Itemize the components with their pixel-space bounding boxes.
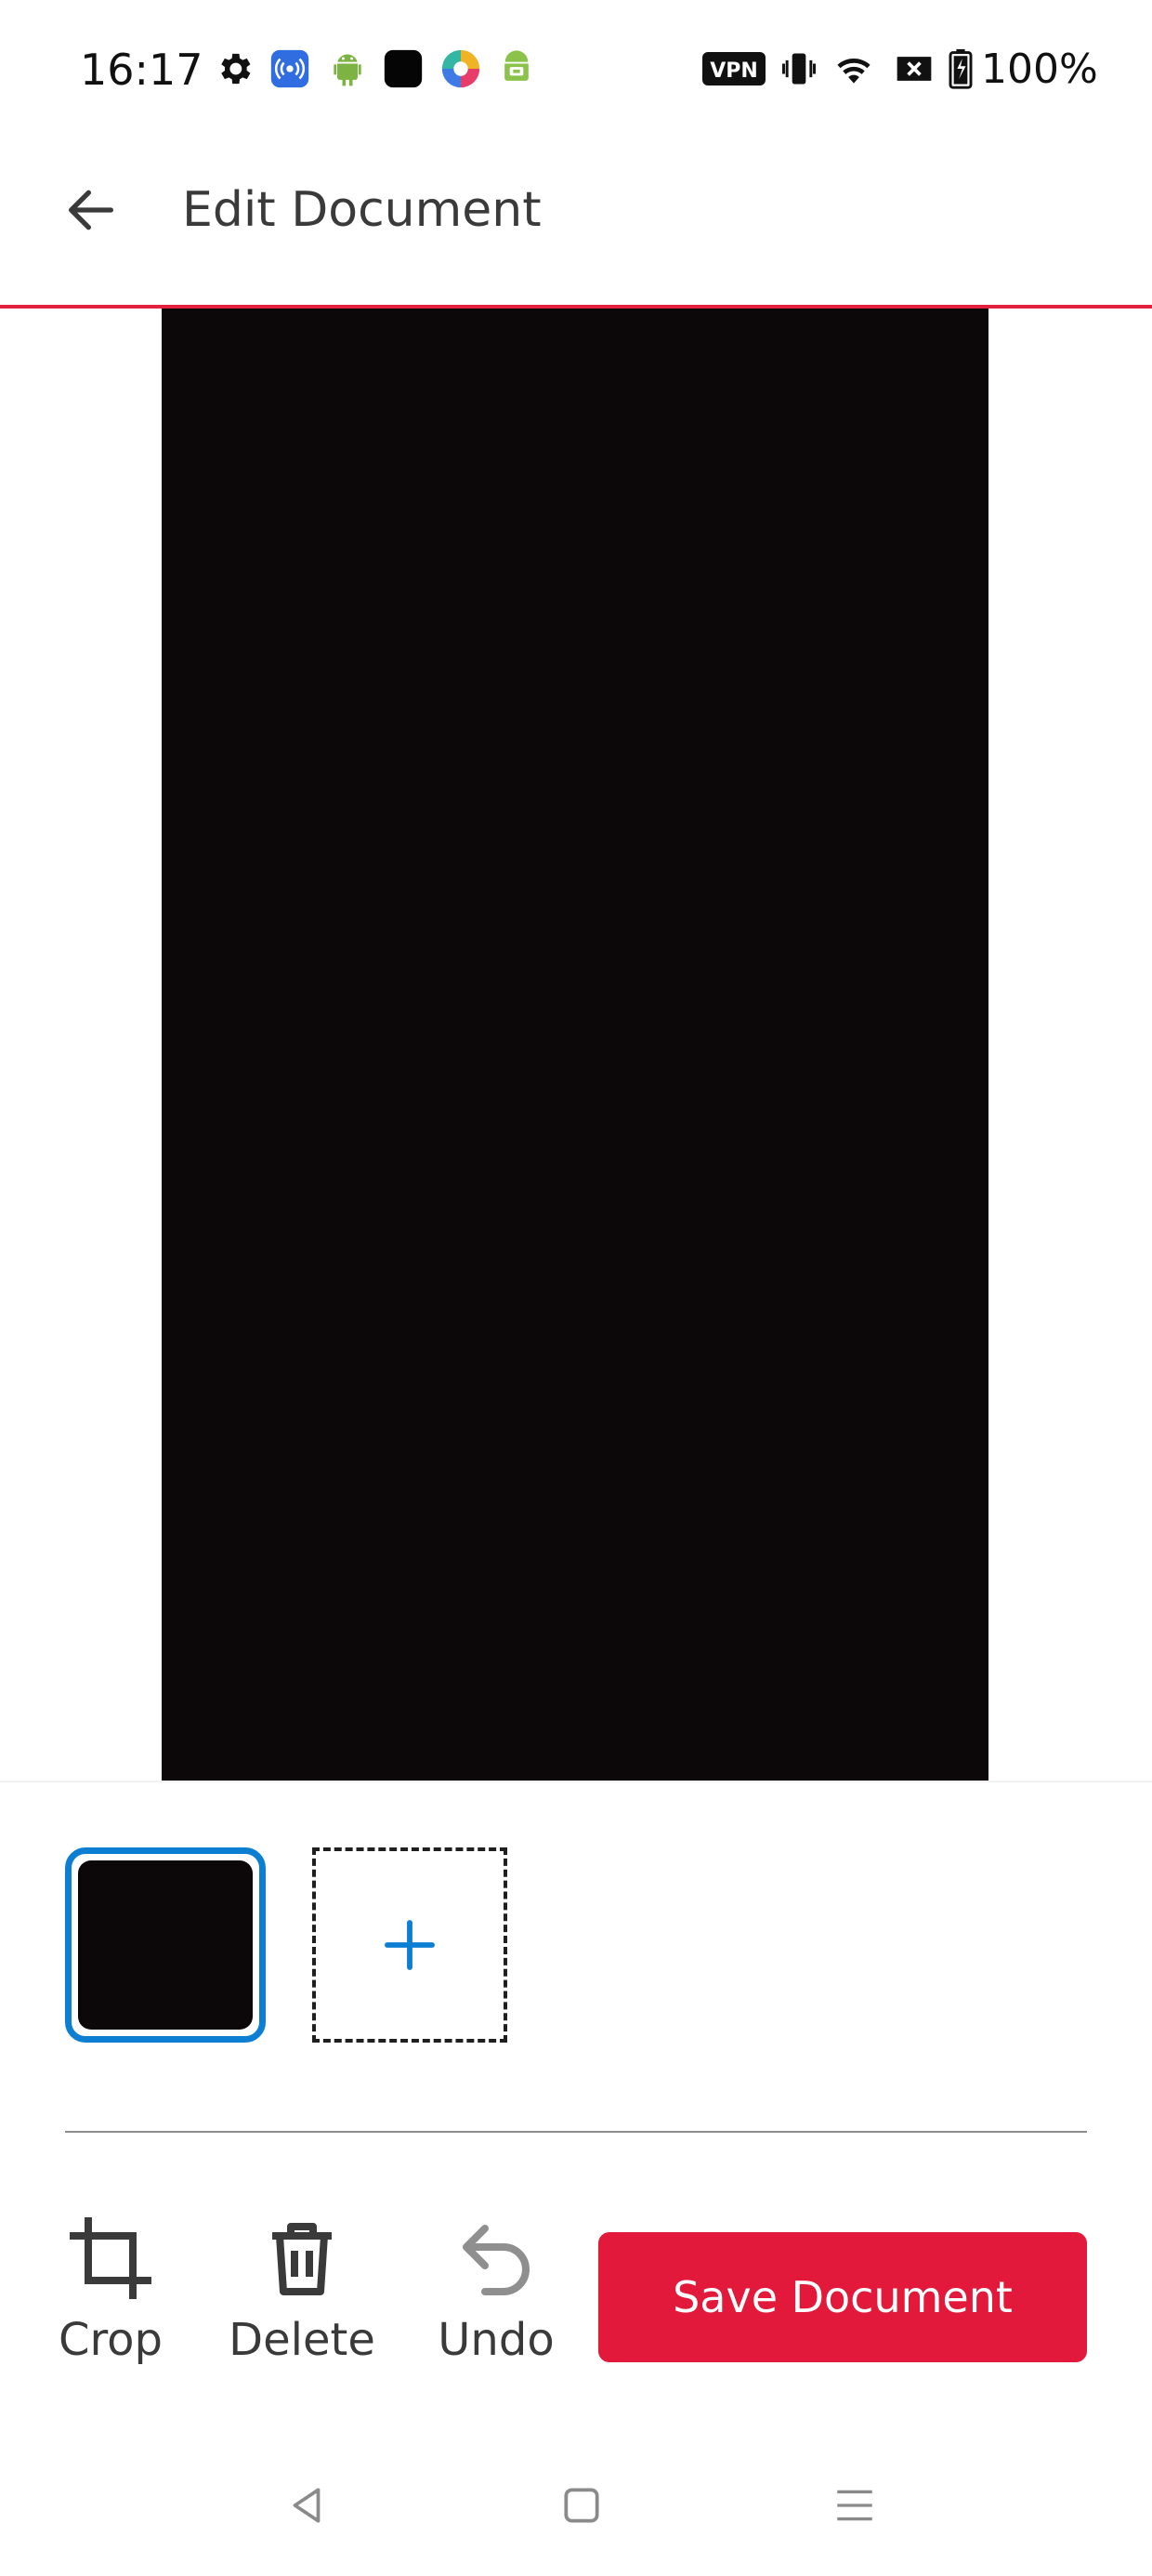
gear-icon — [214, 48, 255, 89]
black-square-app-icon — [383, 48, 424, 89]
nav-back-button[interactable] — [269, 2472, 344, 2539]
undo-label: Undo — [438, 2314, 555, 2366]
crop-label: Crop — [58, 2314, 164, 2366]
document-preview-area — [0, 309, 1152, 1781]
crop-button[interactable]: Crop — [32, 2214, 190, 2381]
delete-button[interactable]: Delete — [223, 2214, 381, 2381]
save-document-button[interactable]: Save Document — [598, 2232, 1087, 2362]
app-bar: Edit Document — [0, 139, 1152, 307]
document-page-preview[interactable] — [162, 309, 988, 1781]
home-square-icon — [564, 2488, 599, 2523]
status-time: 16:17 — [80, 45, 203, 95]
vibrate-icon — [779, 48, 819, 89]
trash-icon — [272, 2223, 332, 2295]
menu-lines-icon — [837, 2490, 872, 2521]
status-bar: 16:17 VPN 100% — [0, 0, 1152, 139]
back-button[interactable] — [48, 167, 134, 253]
vpn-label: VPN — [710, 59, 758, 83]
vpn-icon: VPN — [702, 48, 766, 89]
battery-icon — [944, 48, 977, 89]
colorful-app-icon — [440, 48, 481, 89]
delete-label: Delete — [229, 2314, 375, 2366]
plus-icon — [385, 1920, 435, 1970]
add-page-button[interactable] — [312, 1847, 507, 2043]
android-robot-icon — [496, 48, 537, 89]
nav-menu-button[interactable] — [818, 2472, 892, 2539]
undo-button[interactable]: Undo — [417, 2214, 575, 2381]
system-navigation-bar — [0, 2453, 1152, 2557]
preview-divider — [0, 1781, 1152, 1782]
nav-home-button[interactable] — [544, 2472, 619, 2539]
android-icon — [327, 48, 368, 89]
arrow-left-icon — [69, 190, 113, 230]
page-title: Edit Document — [182, 182, 542, 238]
broadcast-icon — [269, 48, 310, 89]
page-thumbnail-image — [78, 1860, 253, 2030]
no-sim-icon — [894, 48, 935, 89]
page-thumbnail[interactable] — [65, 1847, 266, 2043]
toolbar-divider — [65, 2131, 1087, 2133]
back-triangle-icon — [293, 2488, 321, 2523]
battery-percentage: 100% — [981, 46, 1098, 93]
wifi-icon — [831, 48, 877, 89]
undo-icon — [463, 2225, 530, 2295]
crop-icon — [70, 2217, 151, 2299]
page-thumbnail-strip — [0, 1847, 1152, 2043]
